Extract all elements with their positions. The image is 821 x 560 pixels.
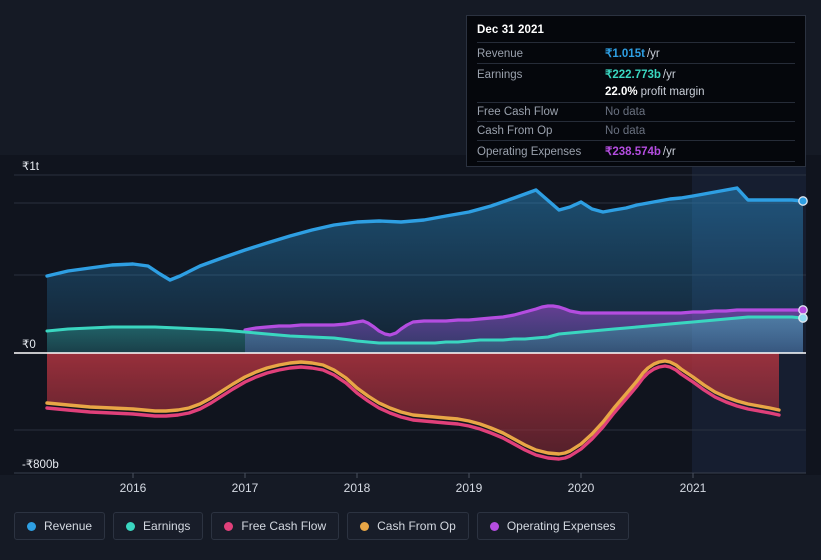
x-axis-tick-label: 2020: [568, 481, 595, 495]
tooltip-row: Earnings ₹222.773b/yr: [477, 63, 795, 84]
x-axis-labels: 2016 2017 2018 2019 2020 2021: [120, 473, 707, 495]
tooltip-row-value: No data: [605, 125, 646, 137]
legend-label: Revenue: [44, 519, 93, 533]
tooltip-row-label: Cash From Op: [477, 125, 553, 137]
tooltip-row: Cash From Op No data: [477, 121, 795, 140]
legend-label: Earnings: [143, 519, 191, 533]
legend-item-revenue[interactable]: Revenue: [14, 512, 106, 540]
series-endpoint-marker: [798, 313, 808, 323]
series-endpoint-marker: [798, 196, 808, 206]
operating-expenses-swatch-icon: [489, 521, 499, 531]
cash-from-op-swatch-icon: [360, 521, 370, 531]
tooltip-row-value: ₹222.773b: [605, 69, 661, 81]
tooltip-row-label: Earnings: [477, 69, 523, 81]
profit-margin-label: profit margin: [640, 86, 705, 98]
y-axis-tick-label: ₹1t: [22, 161, 40, 173]
legend-item-cash-from-op[interactable]: Cash From Op: [347, 512, 469, 540]
tooltip-profit-margin-row: 22.0% profit margin: [477, 84, 795, 102]
tooltip-row: Operating Expenses ₹238.574b/yr: [477, 140, 795, 162]
legend-item-operating-expenses[interactable]: Operating Expenses: [476, 512, 629, 540]
legend-label: Cash From Op: [377, 519, 456, 533]
legend-label: Free Cash Flow: [241, 519, 327, 533]
tooltip-row-label: Revenue: [477, 48, 524, 60]
chart-legend[interactable]: Revenue Earnings Free Cash Flow Cash From O…: [14, 512, 629, 540]
tooltip-rows: Revenue ₹1.015t/yr Earnings ₹222.773b/yr 22.…: [477, 42, 795, 162]
y-axis-tick-label: ₹0: [22, 339, 36, 351]
revenue-swatch-icon: [27, 521, 36, 531]
legend-item-earnings[interactable]: Earnings: [113, 512, 204, 540]
tooltip-spacer: [477, 86, 605, 98]
data-tooltip: Dec 31 2021 Revenue ₹1.015t/yr Earnings ₹22…: [466, 15, 806, 167]
tooltip-row: Free Cash Flow No data: [477, 102, 795, 121]
earnings-swatch-icon: [126, 521, 136, 531]
tooltip-row-value: ₹238.574b: [605, 146, 661, 158]
tooltip-row-label: Operating Expenses: [477, 146, 582, 158]
tooltip-row-unit: /yr: [662, 69, 676, 81]
financial-chart-screenshot: ₹1t ₹0 -₹800b 2016 2017 2018 2019 2020 2021 Dec…: [0, 0, 821, 560]
tooltip-row-label: Free Cash Flow: [477, 106, 559, 118]
free-cash-flow-swatch-icon: [224, 521, 234, 531]
legend-item-free-cash-flow[interactable]: Free Cash Flow: [211, 512, 340, 540]
x-axis-tick-label: 2021: [680, 481, 707, 495]
x-axis-tick-label: 2019: [456, 481, 483, 495]
x-axis-tick-label: 2016: [120, 481, 147, 495]
legend-label: Operating Expenses: [506, 519, 616, 533]
tooltip-date: Dec 31 2021: [477, 24, 544, 36]
series-endpoint-marker: [798, 305, 808, 315]
tooltip-row: Revenue ₹1.015t/yr: [477, 42, 795, 63]
x-axis-tick-label: 2018: [344, 481, 371, 495]
tooltip-row-value: No data: [605, 106, 646, 118]
x-axis-tick-label: 2017: [232, 481, 259, 495]
tooltip-row-unit: /yr: [662, 146, 676, 158]
tooltip-row-value: ₹1.015t: [605, 48, 645, 60]
profit-margin-value: 22.0%: [605, 86, 638, 98]
tooltip-row-unit: /yr: [646, 48, 660, 60]
y-axis-tick-label: -₹800b: [22, 459, 59, 471]
